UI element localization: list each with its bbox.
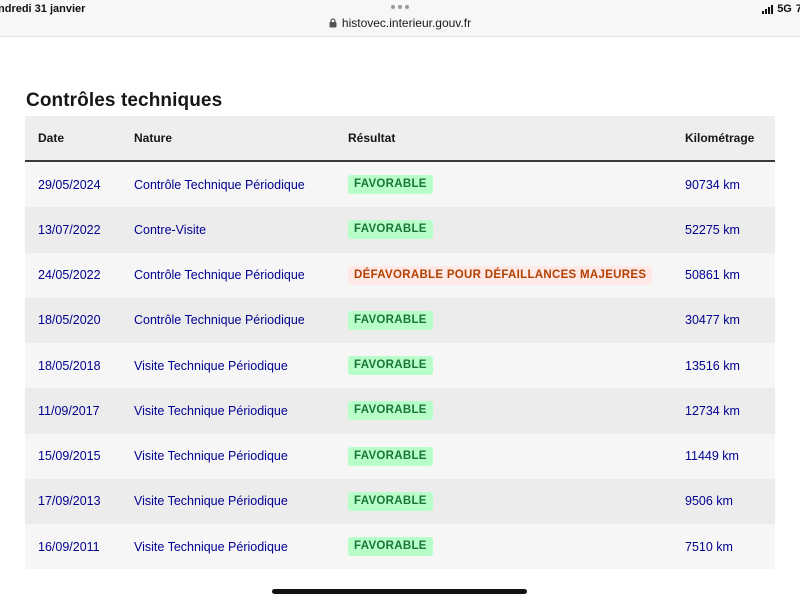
row-result: FAVORABLE (348, 207, 433, 252)
row-date: 18/05/2020 (38, 313, 101, 328)
row-km: 50861 km (685, 268, 740, 283)
row-nature: Visite Technique Périodique (134, 358, 288, 373)
address-bar[interactable]: histovec.interieur.gouv.fr (0, 16, 800, 30)
browser-status-bar: ndredi 31 janvier histovec.interieur.gou… (0, 0, 800, 37)
row-km: 9506 km (685, 494, 733, 509)
table-row: 13/07/2022 Contre-Visite FAVORABLE 52275 km (25, 207, 775, 253)
table-row: 15/09/2015 Visite Technique Périodique FAV… (25, 433, 775, 479)
table-body: 29/05/2024 Contrôle Technique Périodique F… (25, 162, 775, 570)
row-km: 7510 km (685, 539, 733, 554)
row-nature: Visite Technique Périodique (134, 539, 288, 554)
row-km: 11449 km (685, 449, 739, 464)
row-date: 16/09/2011 (38, 539, 100, 554)
row-result: FAVORABLE (348, 434, 433, 479)
row-km: 30477 km (685, 313, 740, 328)
status-badge: FAVORABLE (348, 446, 433, 466)
controls-table: Date Nature Résultat Kilométrage 29/05/2… (25, 116, 775, 570)
row-date: 13/07/2022 (38, 222, 101, 237)
status-badge: FAVORABLE (348, 401, 433, 421)
table-row: 18/05/2020 Contrôle Technique Périodique F… (25, 297, 775, 343)
status-badge: FAVORABLE (348, 175, 433, 195)
header-km: Kilométrage (685, 131, 755, 145)
row-date: 29/05/2024 (38, 177, 101, 192)
row-nature: Contrôle Technique Périodique (134, 313, 305, 328)
status-badge: FAVORABLE (348, 491, 433, 511)
row-date: 24/05/2022 (38, 268, 101, 283)
url-text[interactable]: histovec.interieur.gouv.fr (342, 16, 471, 30)
table-row: 16/09/2011 Visite Technique Périodique FAV… (25, 524, 775, 570)
status-indicators: 5G 7 (762, 3, 800, 15)
row-nature: Visite Technique Périodique (134, 449, 288, 464)
row-result: FAVORABLE (348, 298, 433, 343)
status-badge: FAVORABLE (348, 220, 433, 240)
table-row: 24/05/2022 Contrôle Technique Périodique D… (25, 252, 775, 298)
row-nature: Contrôle Technique Périodique (134, 177, 305, 192)
home-indicator[interactable] (272, 589, 527, 594)
row-km: 52275 km (685, 222, 740, 237)
row-nature: Contrôle Technique Périodique (134, 268, 305, 283)
table-header: Date Nature Résultat Kilométrage (25, 116, 775, 162)
status-badge: FAVORABLE (348, 537, 433, 557)
row-result: FAVORABLE (348, 388, 433, 433)
row-date: 18/05/2018 (38, 358, 101, 373)
row-date: 17/09/2013 (38, 494, 101, 509)
header-nature: Nature (134, 131, 173, 145)
row-nature: Visite Technique Périodique (134, 494, 288, 509)
header-result: Résultat (348, 131, 396, 145)
lock-icon (329, 18, 337, 28)
table-row: 18/05/2018 Visite Technique Périodique FAV… (25, 343, 775, 389)
table-row: 11/09/2017 Visite Technique Périodique FAV… (25, 388, 775, 434)
table-row: 17/09/2013 Visite Technique Périodique FAV… (25, 478, 775, 524)
status-badge: FAVORABLE (348, 310, 433, 330)
battery-label: 7 (795, 3, 800, 15)
row-km: 12734 km (685, 403, 740, 418)
row-result: FAVORABLE (348, 162, 433, 207)
header-date: Date (38, 131, 65, 145)
row-date: 11/09/2017 (38, 403, 100, 418)
row-result: DÉFAVORABLE POUR DÉFAILLANCES MAJEURES (348, 253, 653, 298)
signal-icon (762, 4, 774, 14)
row-km: 13516 km (685, 358, 740, 373)
row-result: FAVORABLE (348, 343, 433, 388)
table-row: 29/05/2024 Contrôle Technique Périodique F… (25, 162, 775, 208)
row-nature: Contre-Visite (134, 222, 207, 237)
row-date: 15/09/2015 (38, 449, 101, 464)
page-title: Contrôles techniques (26, 90, 223, 111)
network-label: 5G (777, 3, 792, 15)
row-nature: Visite Technique Périodique (134, 403, 288, 418)
row-result: FAVORABLE (348, 524, 433, 569)
status-badge: FAVORABLE (348, 356, 433, 376)
row-km: 90734 km (685, 177, 740, 192)
status-badge: DÉFAVORABLE POUR DÉFAILLANCES MAJEURES (348, 265, 653, 285)
row-result: FAVORABLE (348, 479, 433, 524)
status-date: ndredi 31 janvier (0, 3, 86, 15)
more-dots-icon[interactable] (391, 5, 409, 9)
